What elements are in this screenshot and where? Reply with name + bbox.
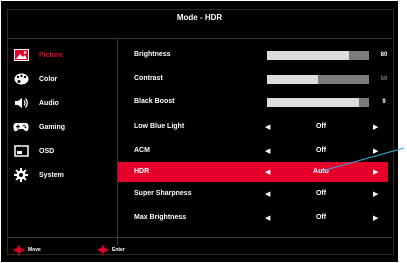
menu-title: Mode - HDR bbox=[176, 13, 223, 22]
sidebar-divider bbox=[117, 39, 118, 245]
super-sharpness-right-arrow-icon[interactable]: ▶ bbox=[373, 190, 378, 198]
max-brightness-value[interactable]: Off bbox=[281, 214, 361, 221]
black-boost-slider-fill bbox=[267, 98, 359, 107]
setting-acm-label: ACM bbox=[134, 147, 150, 154]
footer-enter-hint: ▲ ▼ ◀ ▶ Enter bbox=[97, 243, 125, 257]
super-sharpness-value[interactable]: Off bbox=[281, 190, 361, 197]
osd-menu: Mode - HDR Picture Color Audio Gaming OS… bbox=[1, 1, 398, 262]
setting-hdr-label: HDR bbox=[134, 168, 150, 175]
sidebar-item-color[interactable]: Color bbox=[9, 69, 117, 89]
picture-icon bbox=[12, 48, 30, 62]
gear-icon bbox=[12, 168, 30, 182]
sidebar-item-label: System bbox=[39, 171, 64, 179]
sidebar-item-osd[interactable]: OSD bbox=[9, 141, 117, 161]
low-blue-light-value[interactable]: Off bbox=[281, 123, 361, 130]
contrast-slider[interactable] bbox=[267, 75, 369, 84]
black-boost-slider[interactable] bbox=[267, 98, 369, 107]
contrast-slider-fill bbox=[267, 75, 318, 84]
osd-window-icon bbox=[12, 144, 30, 158]
header-divider bbox=[7, 38, 392, 39]
max-brightness-right-arrow-icon[interactable]: ▶ bbox=[373, 214, 378, 222]
acm-right-arrow-icon[interactable]: ▶ bbox=[373, 147, 378, 155]
super-sharpness-left-arrow-icon[interactable]: ◀ bbox=[265, 190, 270, 198]
brightness-slider-fill bbox=[267, 51, 349, 60]
dpad-enter-icon: ▲ ▼ ◀ ▶ bbox=[97, 243, 110, 257]
sidebar-item-picture[interactable]: Picture bbox=[9, 45, 117, 65]
black-boost-value: 9 bbox=[382, 99, 386, 105]
sidebar-item-label: Gaming bbox=[39, 123, 66, 131]
setting-max-brightness-label: Max Brightness bbox=[134, 214, 187, 221]
setting-brightness-label: Brightness bbox=[134, 51, 171, 58]
gamepad-icon bbox=[12, 120, 30, 134]
hdr-left-arrow-icon[interactable]: ◀ bbox=[265, 168, 270, 176]
sidebar-item-system[interactable]: System bbox=[9, 165, 117, 185]
sidebar-item-label: Audio bbox=[39, 99, 59, 107]
sidebar-item-gaming[interactable]: Gaming bbox=[9, 117, 117, 137]
sidebar-item-label: Picture bbox=[39, 51, 63, 59]
setting-low-blue-light-label: Low Blue Light bbox=[134, 123, 185, 130]
footer-divider bbox=[7, 237, 392, 238]
footer-enter-label: Enter bbox=[112, 247, 125, 253]
contrast-value: 50 bbox=[380, 76, 388, 82]
brightness-value: 80 bbox=[380, 52, 388, 58]
dpad-move-icon: ▲ ▼ ◀ ▶ bbox=[13, 243, 26, 257]
setting-black-boost-label: Black Boost bbox=[134, 98, 175, 105]
footer-move-hint: ▲ ▼ ◀ ▶ Move bbox=[13, 243, 41, 257]
low-blue-light-right-arrow-icon[interactable]: ▶ bbox=[373, 123, 378, 131]
setting-contrast-label: Contrast bbox=[134, 75, 163, 82]
sidebar-item-audio[interactable]: Audio bbox=[9, 93, 117, 113]
footer-move-label: Move bbox=[28, 247, 41, 253]
low-blue-light-left-arrow-icon[interactable]: ◀ bbox=[265, 123, 270, 131]
max-brightness-left-arrow-icon[interactable]: ◀ bbox=[265, 214, 270, 222]
hdr-value[interactable]: Auto bbox=[281, 168, 361, 175]
brightness-slider[interactable] bbox=[267, 51, 369, 60]
palette-icon bbox=[12, 72, 30, 86]
sidebar-item-label: Color bbox=[39, 75, 58, 83]
sidebar-item-label: OSD bbox=[39, 147, 55, 155]
setting-super-sharpness-label: Super Sharpness bbox=[134, 190, 192, 197]
acm-value[interactable]: Off bbox=[281, 147, 361, 154]
acm-left-arrow-icon[interactable]: ◀ bbox=[265, 147, 270, 155]
speaker-icon bbox=[12, 96, 30, 110]
hdr-right-arrow-icon[interactable]: ▶ bbox=[373, 168, 378, 176]
